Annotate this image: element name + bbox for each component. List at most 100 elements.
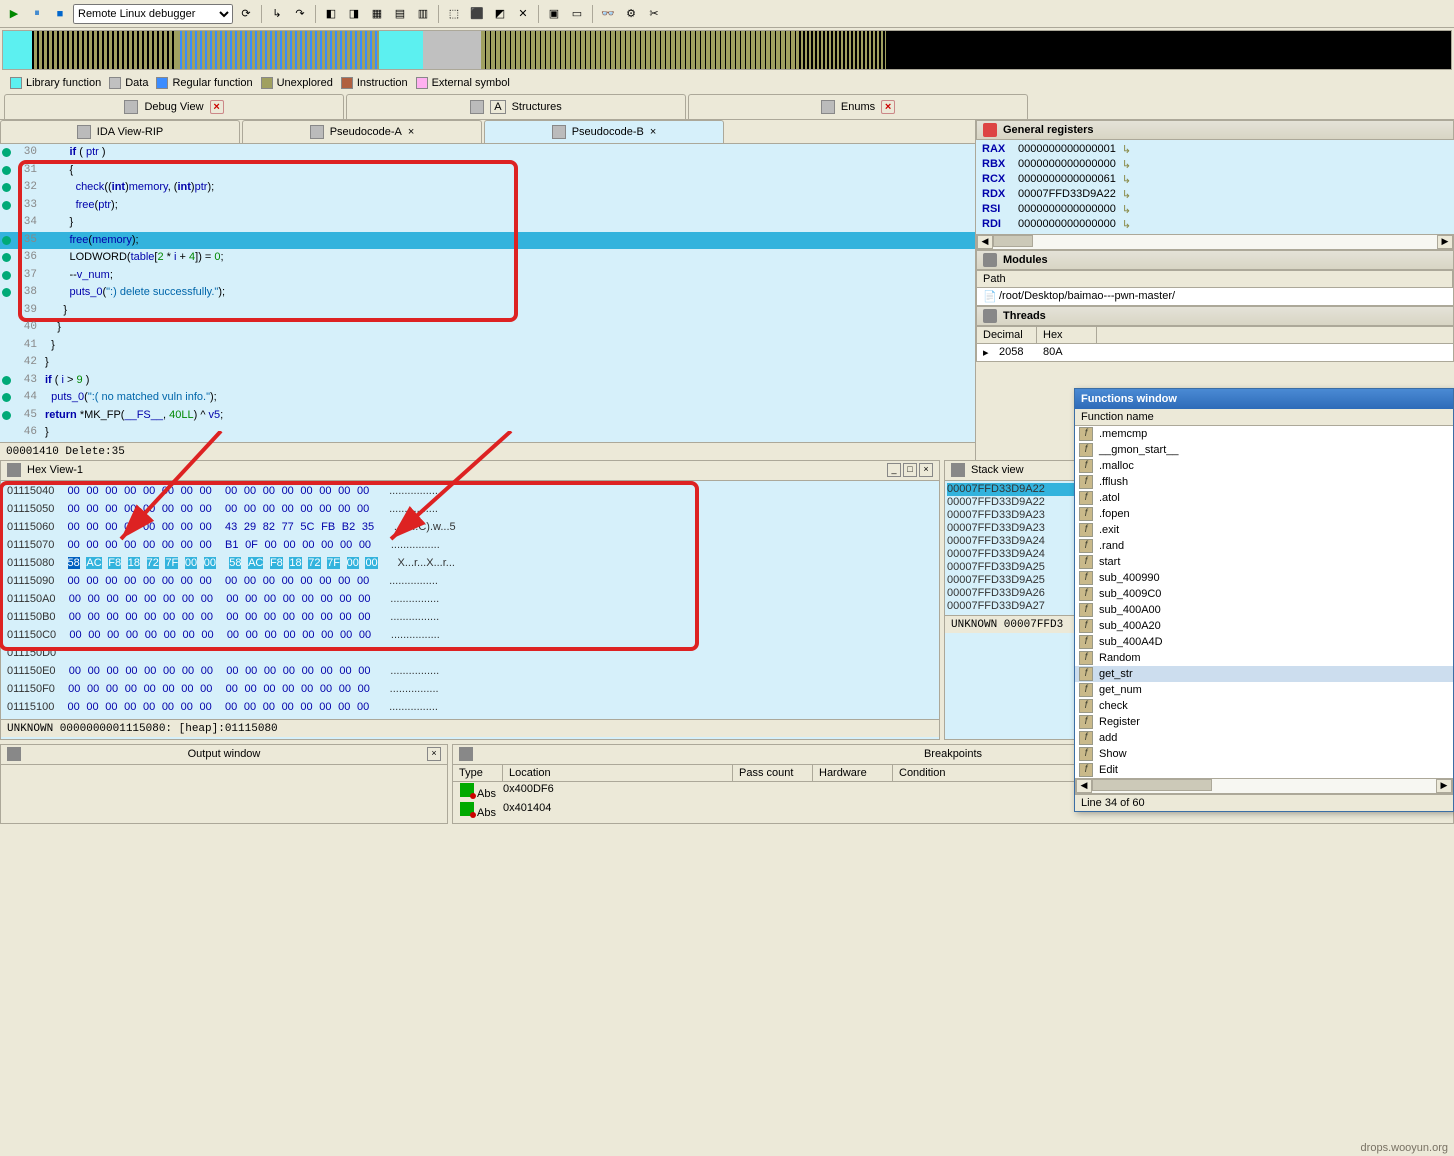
code-line[interactable]: 37 --v_num; bbox=[0, 267, 975, 285]
tb-icon-11[interactable]: ▭ bbox=[567, 4, 587, 24]
tb-icon-9[interactable]: ✕ bbox=[513, 4, 533, 24]
refresh-button[interactable]: ⟳ bbox=[236, 4, 256, 24]
function-item[interactable]: f.malloc bbox=[1075, 458, 1453, 474]
hex-line[interactable]: 011150C0 00 00 00 00 00 00 00 00 00 00 0… bbox=[7, 627, 933, 645]
function-item[interactable]: fstart bbox=[1075, 554, 1453, 570]
modules-header-path[interactable]: Path bbox=[977, 271, 1453, 287]
function-item[interactable]: fget_str bbox=[1075, 666, 1453, 682]
close-icon[interactable]: × bbox=[210, 100, 224, 114]
code-line[interactable]: 43if ( i > 9 ) bbox=[0, 372, 975, 390]
pseudocode-view[interactable]: 30 if ( ptr )31 {32 check((int)memory, (… bbox=[0, 144, 975, 442]
function-item[interactable]: f.memcmp bbox=[1075, 426, 1453, 442]
function-item[interactable]: f.fflush bbox=[1075, 474, 1453, 490]
tb-icon-12[interactable]: 👓 bbox=[598, 4, 618, 24]
pause-button[interactable]: ⏸ bbox=[27, 4, 47, 24]
hex-close-button[interactable]: × bbox=[919, 463, 933, 477]
hex-line[interactable]: 011150E0 00 00 00 00 00 00 00 00 00 00 0… bbox=[7, 663, 933, 681]
output-close-button[interactable]: × bbox=[427, 747, 441, 761]
sub-tab[interactable]: Pseudocode-A× bbox=[242, 120, 482, 143]
registers-scroll[interactable]: ◀▶ bbox=[976, 234, 1454, 250]
function-item[interactable]: f__gmon_start__ bbox=[1075, 442, 1453, 458]
functions-scroll[interactable]: ◀▶ bbox=[1075, 778, 1453, 794]
tb-icon-14[interactable]: ✂ bbox=[644, 4, 664, 24]
code-line[interactable]: 30 if ( ptr ) bbox=[0, 144, 975, 162]
modules-panel[interactable]: Path 📄/root/Desktop/baimao---pwn-master/ bbox=[976, 270, 1454, 306]
function-item[interactable]: fsub_400990 bbox=[1075, 570, 1453, 586]
function-item[interactable]: fsub_400A4D bbox=[1075, 634, 1453, 650]
code-line[interactable]: 46} bbox=[0, 424, 975, 442]
hex-line[interactable]: 011150B0 00 00 00 00 00 00 00 00 00 00 0… bbox=[7, 609, 933, 627]
function-item[interactable]: f.atol bbox=[1075, 490, 1453, 506]
register-row[interactable]: RBX0000000000000000↳ bbox=[978, 157, 1452, 172]
module-row[interactable]: 📄/root/Desktop/baimao---pwn-master/ bbox=[977, 288, 1453, 305]
function-item[interactable]: fadd bbox=[1075, 730, 1453, 746]
hex-line[interactable]: 011150F0 00 00 00 00 00 00 00 00 00 00 0… bbox=[7, 681, 933, 699]
code-line[interactable]: 32 check((int)memory, (int)ptr); bbox=[0, 179, 975, 197]
thread-row[interactable]: ▸205880A bbox=[977, 344, 1453, 361]
bp-header[interactable]: Location bbox=[503, 765, 733, 781]
hex-line[interactable]: 01115100 00 00 00 00 00 00 00 00 00 00 0… bbox=[7, 699, 933, 717]
hex-view[interactable]: Hex View-1 _ □ × 01115040 00 00 00 00 00… bbox=[0, 460, 940, 740]
bp-header[interactable]: Type bbox=[453, 765, 503, 781]
hex-line[interactable]: 01115080 58 AC F8 18 72 7F 00 00 58 AC F… bbox=[7, 555, 933, 573]
code-line[interactable]: 31 { bbox=[0, 162, 975, 180]
overview-bar[interactable] bbox=[2, 30, 1452, 70]
function-item[interactable]: fsub_400A00 bbox=[1075, 602, 1453, 618]
function-item[interactable]: fsub_4009C0 bbox=[1075, 586, 1453, 602]
function-item[interactable]: fsub_400A20 bbox=[1075, 618, 1453, 634]
code-line[interactable]: 41 } bbox=[0, 337, 975, 355]
function-item[interactable]: fcheck bbox=[1075, 698, 1453, 714]
stop-button[interactable]: ■ bbox=[50, 4, 70, 24]
output-window[interactable]: Output window × bbox=[0, 744, 448, 824]
code-line[interactable]: 44 puts_0(":( no matched vuln info."); bbox=[0, 389, 975, 407]
function-item[interactable]: fEdit bbox=[1075, 762, 1453, 778]
function-item[interactable]: f.fopen bbox=[1075, 506, 1453, 522]
function-item[interactable]: fRandom bbox=[1075, 650, 1453, 666]
close-icon[interactable]: × bbox=[881, 100, 895, 114]
tb-icon-2[interactable]: ◨ bbox=[344, 4, 364, 24]
tb-icon-3[interactable]: ▦ bbox=[367, 4, 387, 24]
hex-line[interactable]: 01115070 00 00 00 00 00 00 00 00 B1 0F 0… bbox=[7, 537, 933, 555]
code-line[interactable]: 45return *MK_FP(__FS__, 40LL) ^ v5; bbox=[0, 407, 975, 425]
run-button[interactable]: ▶ bbox=[4, 4, 24, 24]
code-line[interactable]: 34 } bbox=[0, 214, 975, 232]
code-line[interactable]: 36 LODWORD(table[2 * i + 4]) = 0; bbox=[0, 249, 975, 267]
function-item[interactable]: fget_num bbox=[1075, 682, 1453, 698]
sub-tab[interactable]: IDA View-RIP bbox=[0, 120, 240, 143]
register-row[interactable]: RDI0000000000000000↳ bbox=[978, 217, 1452, 232]
functions-title-bar[interactable]: Functions window bbox=[1075, 389, 1453, 409]
threads-header[interactable]: Decimal bbox=[977, 327, 1037, 343]
tb-icon-8[interactable]: ◩ bbox=[490, 4, 510, 24]
function-item[interactable]: f.exit bbox=[1075, 522, 1453, 538]
register-row[interactable]: RCX0000000000000061↳ bbox=[978, 172, 1452, 187]
hex-min-button[interactable]: _ bbox=[887, 463, 901, 477]
hex-line[interactable]: 01115090 00 00 00 00 00 00 00 00 00 00 0… bbox=[7, 573, 933, 591]
tb-icon-1[interactable]: ◧ bbox=[321, 4, 341, 24]
hex-line[interactable]: 011150A0 00 00 00 00 00 00 00 00 00 00 0… bbox=[7, 591, 933, 609]
tb-icon-5[interactable]: ▥ bbox=[413, 4, 433, 24]
bp-header[interactable]: Hardware bbox=[813, 765, 893, 781]
step-over-button[interactable]: ↷ bbox=[290, 4, 310, 24]
hex-line[interactable]: 011150D0 bbox=[7, 645, 933, 663]
register-row[interactable]: RAX0000000000000001↳ bbox=[978, 142, 1452, 157]
register-row[interactable]: RDX00007FFD33D9A22↳ bbox=[978, 187, 1452, 202]
hex-max-button[interactable]: □ bbox=[903, 463, 917, 477]
sub-tab[interactable]: Pseudocode-B× bbox=[484, 120, 724, 143]
functions-header[interactable]: Function name bbox=[1075, 409, 1453, 426]
hex-line[interactable]: 01115040 00 00 00 00 00 00 00 00 00 00 0… bbox=[7, 483, 933, 501]
code-line[interactable]: 35 free(memory); bbox=[0, 232, 975, 250]
step-into-button[interactable]: ↳ bbox=[267, 4, 287, 24]
code-line[interactable]: 42} bbox=[0, 354, 975, 372]
hex-line[interactable]: 01115050 00 00 00 00 00 00 00 00 00 00 0… bbox=[7, 501, 933, 519]
bp-header[interactable]: Pass count bbox=[733, 765, 813, 781]
main-tab[interactable]: AStructures bbox=[346, 94, 686, 119]
functions-window[interactable]: Functions window Function name f.memcmpf… bbox=[1074, 388, 1454, 812]
main-tab[interactable]: Debug View× bbox=[4, 94, 344, 119]
register-row[interactable]: RSI0000000000000000↳ bbox=[978, 202, 1452, 217]
code-line[interactable]: 38 puts_0(":) delete successfully."); bbox=[0, 284, 975, 302]
main-tab[interactable]: Enums× bbox=[688, 94, 1028, 119]
debugger-select[interactable]: Remote Linux debugger bbox=[73, 4, 233, 24]
code-line[interactable]: 40 } bbox=[0, 319, 975, 337]
close-icon[interactable]: × bbox=[650, 126, 656, 138]
hex-line[interactable]: 01115060 00 00 00 00 00 00 00 00 43 29 8… bbox=[7, 519, 933, 537]
